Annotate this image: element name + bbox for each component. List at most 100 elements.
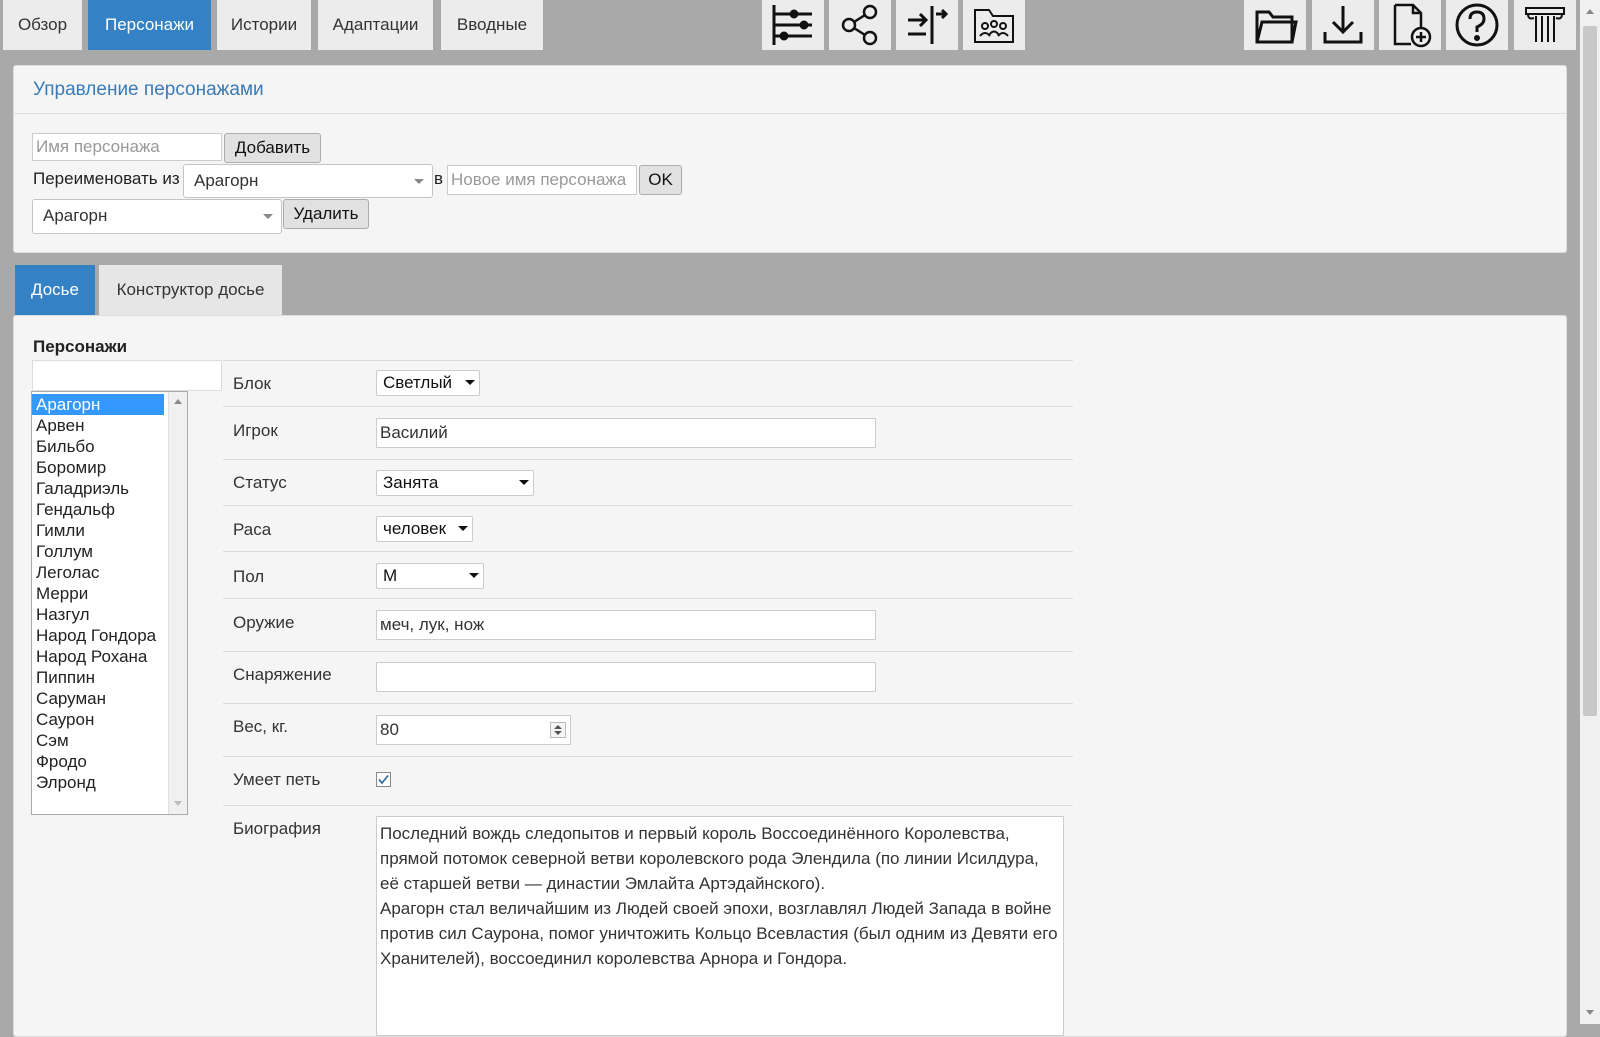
column-logo-icon (1525, 7, 1565, 42)
gear-label: Снаряжение (233, 665, 332, 684)
chevron-down-icon (465, 380, 475, 385)
row-divider (223, 756, 1073, 757)
groups-button[interactable] (963, 0, 1025, 50)
timeline-button[interactable] (762, 0, 824, 50)
list-item[interactable]: Арвен (32, 415, 164, 436)
list-item[interactable]: Боромир (32, 457, 164, 478)
delete-select-value: Арагорн (43, 206, 108, 225)
tab-dossier[interactable]: Досье (15, 265, 95, 315)
share-network-icon (841, 4, 878, 46)
list-item[interactable]: Бильбо (32, 436, 164, 457)
open-folder-icon (1255, 10, 1298, 44)
character-listbox[interactable]: Арагорн Арвен Бильбо Боромир Галадриэль Генда… (31, 391, 188, 815)
chevron-down-icon (263, 214, 273, 219)
list-item[interactable]: Народ Рохана (32, 646, 164, 667)
gender-label: Пол (233, 567, 265, 586)
list-item[interactable]: Сэм (32, 730, 164, 751)
help-button[interactable] (1446, 0, 1508, 50)
chevron-down-icon (458, 526, 468, 531)
status-select[interactable]: Занята (376, 470, 534, 496)
top-navigation: Обзор Персонажи Истории Адаптации Вводны… (0, 0, 1600, 51)
row-divider (223, 703, 1073, 704)
row-divider (223, 805, 1073, 806)
list-item[interactable]: Назгул (32, 604, 164, 625)
row-divider (223, 598, 1073, 599)
block-value: Светлый (383, 373, 453, 392)
list-item[interactable]: Саурон (32, 709, 164, 730)
biography-paragraph: Арагорн стал величайшим из Людей своей э… (380, 899, 1058, 968)
logo-button[interactable] (1514, 0, 1576, 50)
list-item[interactable]: Леголас (32, 562, 164, 583)
characters-list-title: Персонажи (33, 337, 128, 356)
row-divider (223, 360, 1073, 361)
list-item[interactable]: Пиппин (32, 667, 164, 688)
list-item[interactable]: Гимли (32, 520, 164, 541)
open-button[interactable] (1244, 0, 1306, 50)
scrollbar-thumb[interactable] (1583, 26, 1597, 716)
status-label: Статус (233, 473, 287, 492)
chevron-down-icon (414, 179, 424, 184)
rename-from-select[interactable]: Арагорн (183, 164, 433, 198)
gear-input[interactable] (376, 662, 876, 692)
list-item[interactable]: Арагорн (32, 394, 164, 415)
biography-paragraph: Последний вождь следопытов и первый коро… (380, 824, 1039, 893)
list-item[interactable]: Голлум (32, 541, 164, 562)
weapon-input[interactable]: меч, лук, нож (376, 610, 876, 640)
list-item[interactable]: Фродо (32, 751, 164, 772)
tab-overview[interactable]: Обзор (3, 0, 82, 50)
listbox-scrollbar[interactable] (168, 392, 187, 814)
scroll-arrows-icon (174, 399, 182, 806)
biography-textarea[interactable]: Последний вождь следопытов и первый коро… (376, 816, 1064, 1036)
player-input[interactable]: Василий (376, 418, 876, 448)
character-name-input[interactable] (32, 133, 222, 161)
row-divider (223, 406, 1073, 407)
list-item[interactable]: Гендальф (32, 499, 164, 520)
tab-dossier-builder[interactable]: Конструктор досье (99, 265, 282, 315)
tab-briefings[interactable]: Вводные (441, 0, 543, 50)
rename-from-value: Арагорн (194, 171, 259, 190)
race-value: человек (383, 519, 447, 538)
character-filter-input[interactable] (32, 360, 222, 391)
player-label: Игрок (233, 421, 278, 440)
list-item[interactable]: Элронд (32, 772, 164, 793)
page-scrollbar[interactable] (1580, 0, 1600, 1024)
add-character-button[interactable]: Добавить (224, 133, 321, 163)
panel-title: Управление персонажами (14, 66, 1566, 114)
delete-character-select[interactable]: Арагорн (32, 199, 282, 234)
rename-from-label: Переименовать из (33, 169, 180, 188)
tab-adaptations[interactable]: Адаптации (318, 0, 433, 50)
rename-to-label: в (434, 169, 444, 188)
list-item[interactable]: Саруман (32, 688, 164, 709)
help-icon (1455, 3, 1499, 47)
block-select[interactable]: Светлый (376, 370, 480, 396)
weight-number-input[interactable]: 80 (376, 715, 571, 745)
list-item[interactable]: Галадриэль (32, 478, 164, 499)
spinner-arrows-icon[interactable] (550, 722, 566, 738)
checkmark-icon (376, 772, 391, 787)
weight-label: Вес, кг. (233, 717, 289, 736)
list-item[interactable]: Мерри (32, 583, 164, 604)
race-label: Раса (233, 520, 272, 539)
row-divider (223, 551, 1073, 552)
race-select[interactable]: человек (376, 516, 473, 542)
new-file-icon (1393, 3, 1432, 48)
share-button[interactable] (829, 0, 891, 50)
weight-value: 80 (380, 720, 399, 739)
new-name-input[interactable] (447, 165, 637, 195)
tab-stories[interactable]: Истории (217, 0, 311, 50)
tab-characters[interactable]: Персонажи (88, 0, 211, 50)
chevron-down-icon (519, 480, 529, 485)
new-file-button[interactable] (1379, 0, 1441, 50)
gender-value: М (383, 566, 398, 585)
split-button[interactable] (896, 0, 958, 50)
delete-character-button[interactable]: Удалить (283, 199, 369, 229)
sing-checkbox[interactable] (376, 772, 391, 787)
row-divider (223, 459, 1073, 460)
download-button[interactable] (1312, 0, 1374, 50)
list-item[interactable]: Народ Гондора (32, 625, 164, 646)
group-folder-icon (974, 9, 1014, 43)
row-divider (223, 651, 1073, 652)
gender-select[interactable]: М (376, 563, 484, 589)
rename-ok-button[interactable]: OK (639, 165, 682, 195)
download-icon (1323, 6, 1363, 44)
